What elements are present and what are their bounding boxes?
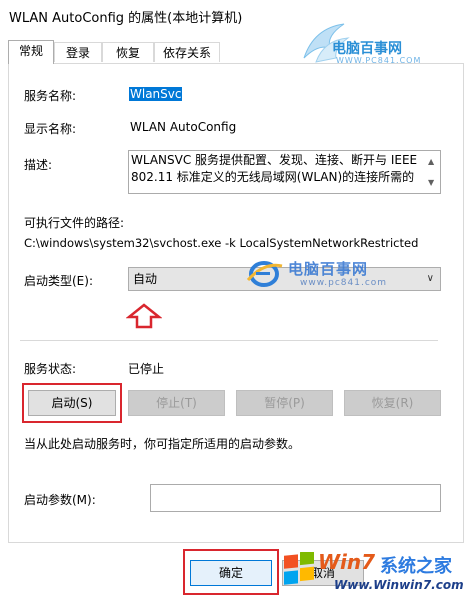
tab-logon[interactable]: 登录 (54, 42, 102, 62)
start-params-label: 启动参数(M): (24, 493, 96, 507)
watermark-bottom-brand-a: Win7 (318, 550, 376, 574)
tab-recovery[interactable]: 恢复 (102, 42, 154, 62)
description-label: 描述: (24, 158, 53, 172)
watermark-bottom-url: Www.Winwin7.com (334, 578, 464, 592)
stop-button[interactable]: 停止(T) (128, 390, 225, 416)
service-name-label: 服务名称: (24, 89, 77, 103)
description-box[interactable]: WLANSVC 服务提供配置、发现、连接、断开与 IEEE 802.11 标准定… (128, 150, 441, 194)
ie-logo-icon (246, 261, 283, 287)
watermark-bottom-brand-b: 系统之家 (380, 556, 452, 577)
startup-type-label: 启动类型(E): (24, 274, 93, 288)
window-title: WLAN AutoConfig 的属性(本地计算机) (9, 11, 243, 26)
service-name-text: WlanSvc (129, 87, 183, 101)
startup-type-value: 自动 (133, 272, 158, 286)
general-panel (8, 63, 464, 543)
resume-button[interactable]: 恢复(R) (344, 390, 441, 416)
windows-logo-icon (284, 552, 314, 585)
service-status-label: 服务状态: (24, 362, 77, 376)
section-divider (20, 340, 438, 341)
display-name-label: 显示名称: (24, 122, 77, 136)
red-up-arrow-icon (126, 303, 162, 329)
exe-path-label: 可执行文件的路径: (24, 216, 125, 230)
exe-path-value: C:\windows\system32\svchost.exe -k Local… (24, 236, 419, 250)
start-params-input[interactable] (150, 484, 441, 512)
display-name-value: WLAN AutoConfig (130, 120, 237, 134)
service-status-value: 已停止 (128, 362, 165, 376)
highlight-ok-box (183, 549, 279, 595)
watermark-top-text: 电脑百事网 (332, 41, 402, 57)
tab-general[interactable]: 常规 (8, 40, 54, 64)
description-text: WLANSVC 服务提供配置、发现、连接、断开与 IEEE 802.11 标准定… (131, 153, 418, 184)
description-scrollbar[interactable]: ▲ ▼ (425, 151, 440, 193)
watermark-bottom: Win7 系统之家 Www.Winwin7.com (278, 546, 472, 598)
highlight-start-box (22, 383, 122, 423)
scroll-down-icon[interactable]: ▼ (428, 174, 434, 191)
start-params-hint: 当从此处启动服务时，你可指定所适用的启动参数。 (24, 437, 301, 451)
service-name-value[interactable]: WlanSvc (129, 87, 183, 101)
watermark-mid-text: 电脑百事网 (288, 260, 369, 278)
watermark-mid-url: www.pc841.com (300, 278, 388, 288)
tab-dependencies[interactable]: 依存关系 (154, 42, 220, 62)
pause-button[interactable]: 暂停(P) (236, 390, 333, 416)
scroll-up-icon[interactable]: ▲ (428, 153, 434, 170)
watermark-mid: 电脑百事网 www.pc841.com (244, 256, 444, 290)
